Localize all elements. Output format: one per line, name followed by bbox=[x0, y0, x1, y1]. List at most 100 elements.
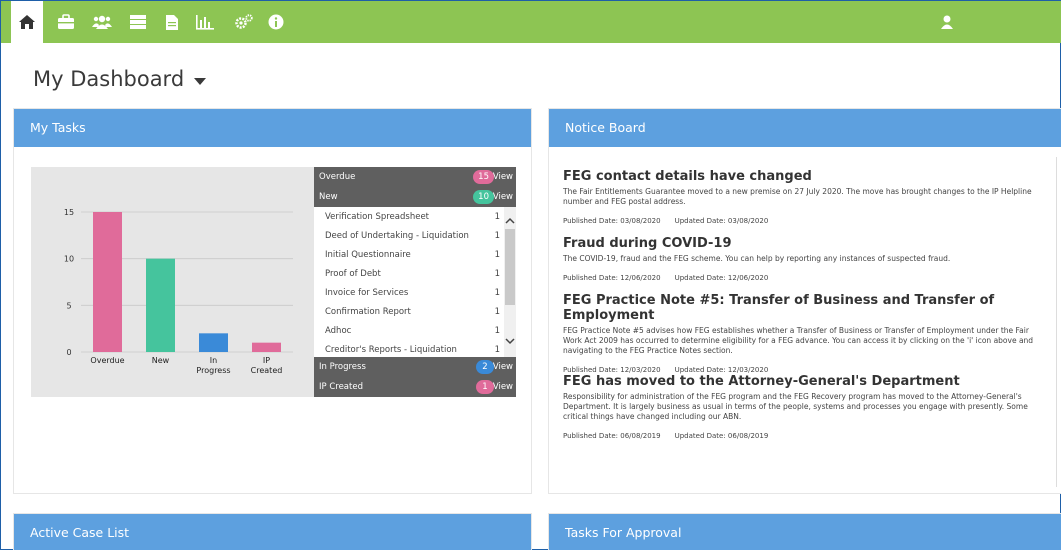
list-item-count: 1 bbox=[494, 345, 500, 355]
scroll-up-icon[interactable] bbox=[504, 215, 516, 227]
y-tick-label: 5 bbox=[66, 301, 71, 310]
list-item-name: Invoice for Services bbox=[325, 288, 409, 298]
notice-title[interactable]: FEG Practice Note #5: Transfer of Busine… bbox=[563, 293, 1043, 323]
list-item[interactable]: Deed of Undertaking - Liquidation 1 bbox=[314, 226, 504, 246]
list-item[interactable]: Confirmation Report 1 bbox=[314, 302, 504, 322]
notice-title[interactable]: Fraud during COVID-19 bbox=[563, 236, 1043, 251]
list-item-count: 1 bbox=[494, 326, 500, 336]
x-tick-label: In bbox=[210, 356, 217, 365]
home-icon bbox=[19, 15, 35, 29]
in-progress-view-link[interactable]: View bbox=[493, 357, 513, 377]
task-list-scrollbar[interactable] bbox=[504, 207, 516, 357]
tasks-bar-chart: 0 5 10 15 Overdue New InProgress IPCreated bbox=[64, 208, 293, 375]
tasks-for-approval-header: Tasks For Approval bbox=[549, 514, 1061, 550]
caret-down-icon bbox=[194, 77, 207, 85]
active-case-list-header: Active Case List bbox=[14, 514, 531, 550]
list-item[interactable]: Initial Questionnaire 1 bbox=[314, 245, 504, 265]
notice-body: Responsibility for administration of the… bbox=[563, 392, 1028, 421]
task-label-new: New bbox=[319, 192, 338, 202]
notice-dates: Published Date: 06/08/2019 Updated Date: … bbox=[563, 432, 1043, 440]
published-date: Published Date: 12/03/2020 bbox=[563, 366, 661, 374]
list-item[interactable]: Adhoc 1 bbox=[314, 321, 504, 341]
list-item[interactable]: Creditor's Reports - Liquidation 1 bbox=[314, 340, 504, 357]
active-case-list-panel: Active Case List bbox=[13, 513, 532, 550]
top-nav bbox=[1, 1, 1061, 43]
notice-dates: Published Date: 12/03/2020 Updated Date: … bbox=[563, 366, 1043, 374]
in-progress-count-badge: 2 bbox=[476, 360, 494, 374]
published-date: Published Date: 03/08/2020 bbox=[563, 217, 661, 225]
notice-body: The COVID-19, fraud and the FEG scheme. … bbox=[563, 254, 951, 263]
task-row-overdue[interactable]: Overdue 15 View bbox=[314, 167, 516, 187]
new-view-link[interactable]: View bbox=[493, 187, 513, 207]
my-tasks-header: My Tasks bbox=[14, 109, 531, 147]
x-tick-label: Overdue bbox=[90, 356, 124, 365]
overdue-view-link[interactable]: View bbox=[493, 167, 513, 187]
briefcase-icon[interactable] bbox=[56, 12, 76, 32]
bar-ip-created[interactable] bbox=[252, 342, 281, 352]
published-date: Published Date: 06/08/2019 bbox=[563, 432, 661, 440]
cogs-icon[interactable] bbox=[234, 12, 254, 32]
y-tick-label: 15 bbox=[64, 208, 74, 217]
updated-date: Updated Date: 12/06/2020 bbox=[674, 274, 769, 282]
page-title: My Dashboard bbox=[33, 67, 185, 91]
document-icon[interactable] bbox=[162, 12, 182, 32]
list-item-name: Creditor's Reports - Liquidation bbox=[325, 345, 457, 355]
list-item-name: Adhoc bbox=[325, 326, 352, 336]
y-tick-label: 10 bbox=[64, 255, 74, 264]
ip-created-view-link[interactable]: View bbox=[493, 377, 513, 397]
list-item-count: 1 bbox=[494, 288, 500, 298]
updated-date: Updated Date: 12/03/2020 bbox=[674, 366, 769, 374]
notice-body: The Fair Entitlements Guarantee moved to… bbox=[563, 187, 1032, 206]
list-item-name: Initial Questionnaire bbox=[325, 250, 411, 260]
user-icon[interactable] bbox=[937, 12, 957, 32]
list-item[interactable]: Proof of Debt 1 bbox=[314, 264, 504, 284]
ip-created-count-badge: 1 bbox=[476, 380, 494, 394]
new-task-list: Verification Spreadsheet 1 Deed of Undert… bbox=[314, 207, 516, 357]
tasks-chart: 0 5 10 15 Overdue New In Progress IP Created bbox=[31, 167, 314, 397]
bar-chart-icon[interactable] bbox=[195, 12, 215, 32]
task-label-ip-created: IP Created bbox=[319, 382, 363, 392]
list-item[interactable]: Invoice for Services 1 bbox=[314, 283, 504, 303]
list-item-name: Deed of Undertaking - Liquidation bbox=[325, 231, 469, 241]
list-item-name: Verification Spreadsheet bbox=[325, 212, 430, 222]
x-tick-label: IP bbox=[263, 356, 270, 365]
updated-date: Updated Date: 06/08/2019 bbox=[674, 432, 769, 440]
list-item-count: 1 bbox=[494, 307, 500, 317]
list-item-name: Proof of Debt bbox=[325, 269, 381, 279]
bar-in-progress[interactable] bbox=[199, 333, 228, 352]
notice-title[interactable]: FEG has moved to the Attorney-General's … bbox=[563, 374, 1043, 389]
notice-item: FEG contact details have changed The Fai… bbox=[563, 169, 1043, 225]
task-label-overdue: Overdue bbox=[319, 172, 356, 182]
list-item-count: 1 bbox=[494, 231, 500, 241]
updated-date: Updated Date: 03/08/2020 bbox=[674, 217, 769, 225]
list-item-count: 1 bbox=[494, 212, 500, 222]
server-icon[interactable] bbox=[128, 12, 148, 32]
list-item-count: 1 bbox=[494, 250, 500, 260]
x-tick-label: Created bbox=[251, 366, 283, 375]
x-tick-label: Progress bbox=[196, 366, 230, 375]
task-row-ip-created[interactable]: IP Created 1 View bbox=[314, 377, 516, 397]
published-date: Published Date: 12/06/2020 bbox=[563, 274, 661, 282]
y-tick-label: 0 bbox=[66, 348, 71, 357]
notice-body: FEG Practice Note #5 advises how FEG est… bbox=[563, 326, 1034, 355]
notice-title[interactable]: FEG contact details have changed bbox=[563, 169, 1043, 184]
task-row-new[interactable]: New 10 View bbox=[314, 187, 516, 207]
x-tick-label: New bbox=[152, 356, 170, 365]
notice-item: FEG Practice Note #5: Transfer of Busine… bbox=[563, 293, 1043, 374]
notice-item: Fraud during COVID-19 The COVID-19, frau… bbox=[563, 236, 1043, 282]
notice-item: FEG has moved to the Attorney-General's … bbox=[563, 374, 1043, 440]
info-icon[interactable] bbox=[266, 12, 286, 32]
dashboard-selector[interactable]: My Dashboard bbox=[33, 67, 207, 91]
task-row-in-progress[interactable]: In Progress 2 View bbox=[314, 357, 516, 377]
bar-new[interactable] bbox=[146, 258, 175, 352]
home-tab[interactable] bbox=[11, 1, 43, 43]
notice-board-scrollbar[interactable] bbox=[1056, 157, 1061, 487]
notice-dates: Published Date: 12/06/2020 Updated Date: … bbox=[563, 274, 1043, 282]
scroll-thumb[interactable] bbox=[505, 229, 515, 305]
overdue-count-badge: 15 bbox=[473, 170, 494, 184]
list-item[interactable]: Verification Spreadsheet 1 bbox=[314, 207, 504, 227]
users-icon[interactable] bbox=[92, 12, 112, 32]
scroll-down-icon[interactable] bbox=[504, 335, 516, 347]
bar-overdue[interactable] bbox=[93, 212, 122, 352]
new-count-badge: 10 bbox=[473, 190, 494, 204]
